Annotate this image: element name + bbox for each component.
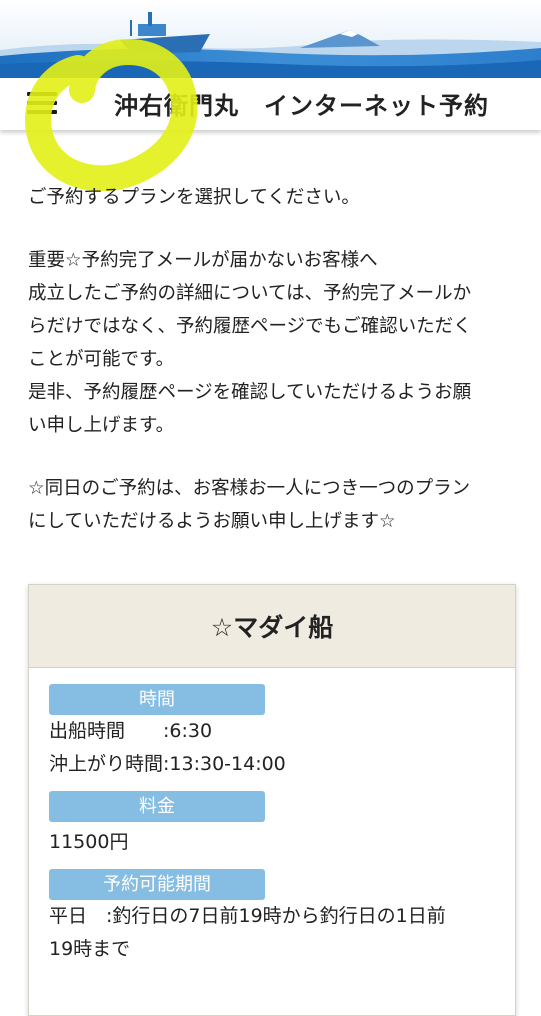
important-line: 成立したご予約の詳細については、予約完了メールか (28, 283, 472, 304)
time-label-badge: 時間 (49, 684, 265, 715)
weekday-period: 平日 :釣行日の7日前19時から釣行日の1日前 (49, 905, 446, 927)
notice-line: にしていただけるようお願い申し上げます☆ (28, 511, 396, 532)
header-banner (0, 0, 541, 78)
important-line: らだけではなく、予約履歴ページでもご確認いただく (28, 316, 472, 337)
important-line: ことが可能です。 (28, 349, 175, 370)
plan-price: 11500円 (49, 831, 129, 853)
plan-title: ☆マダイ船 (210, 613, 334, 642)
important-line: 是非、予約履歴ページを確認していただけるようお願 (28, 382, 472, 403)
plan-card-header: ☆マダイ船 (29, 585, 515, 668)
plan-card-body: 時間 出船時間 :6:30 沖上がり時間:13:30-14:00 料金 1150… (29, 668, 515, 966)
weekday-period-continued: 19時まで (49, 938, 131, 960)
page-title: 沖右衛門丸 インターネット予約 (114, 92, 489, 120)
app-header: 沖右衛門丸 インターネット予約 (0, 78, 541, 130)
plan-card[interactable]: ☆マダイ船 時間 出船時間 :6:30 沖上がり時間:13:30-14:00 料… (28, 584, 516, 1016)
sea-landscape-illustration (0, 0, 541, 78)
departure-time: 出船時間 :6:30 (49, 720, 213, 742)
important-line: い申し上げます。 (28, 415, 175, 436)
booking-period-badge: 予約可能期間 (49, 869, 265, 900)
notice-line: ☆同日のご予約は、お客様お一人につき一つのプラン (28, 478, 471, 499)
hamburger-menu-icon[interactable] (25, 88, 61, 118)
return-time: 沖上がり時間:13:30-14:00 (49, 753, 286, 775)
select-plan-text: ご予約するプランを選択してください。 (28, 187, 360, 208)
fee-label-badge: 料金 (49, 791, 265, 822)
intro-section: ご予約するプランを選択してください。 重要☆予約完了メールが届かないお客様へ 成… (28, 181, 518, 538)
important-line: 重要☆予約完了メールが届かないお客様へ (28, 250, 378, 271)
